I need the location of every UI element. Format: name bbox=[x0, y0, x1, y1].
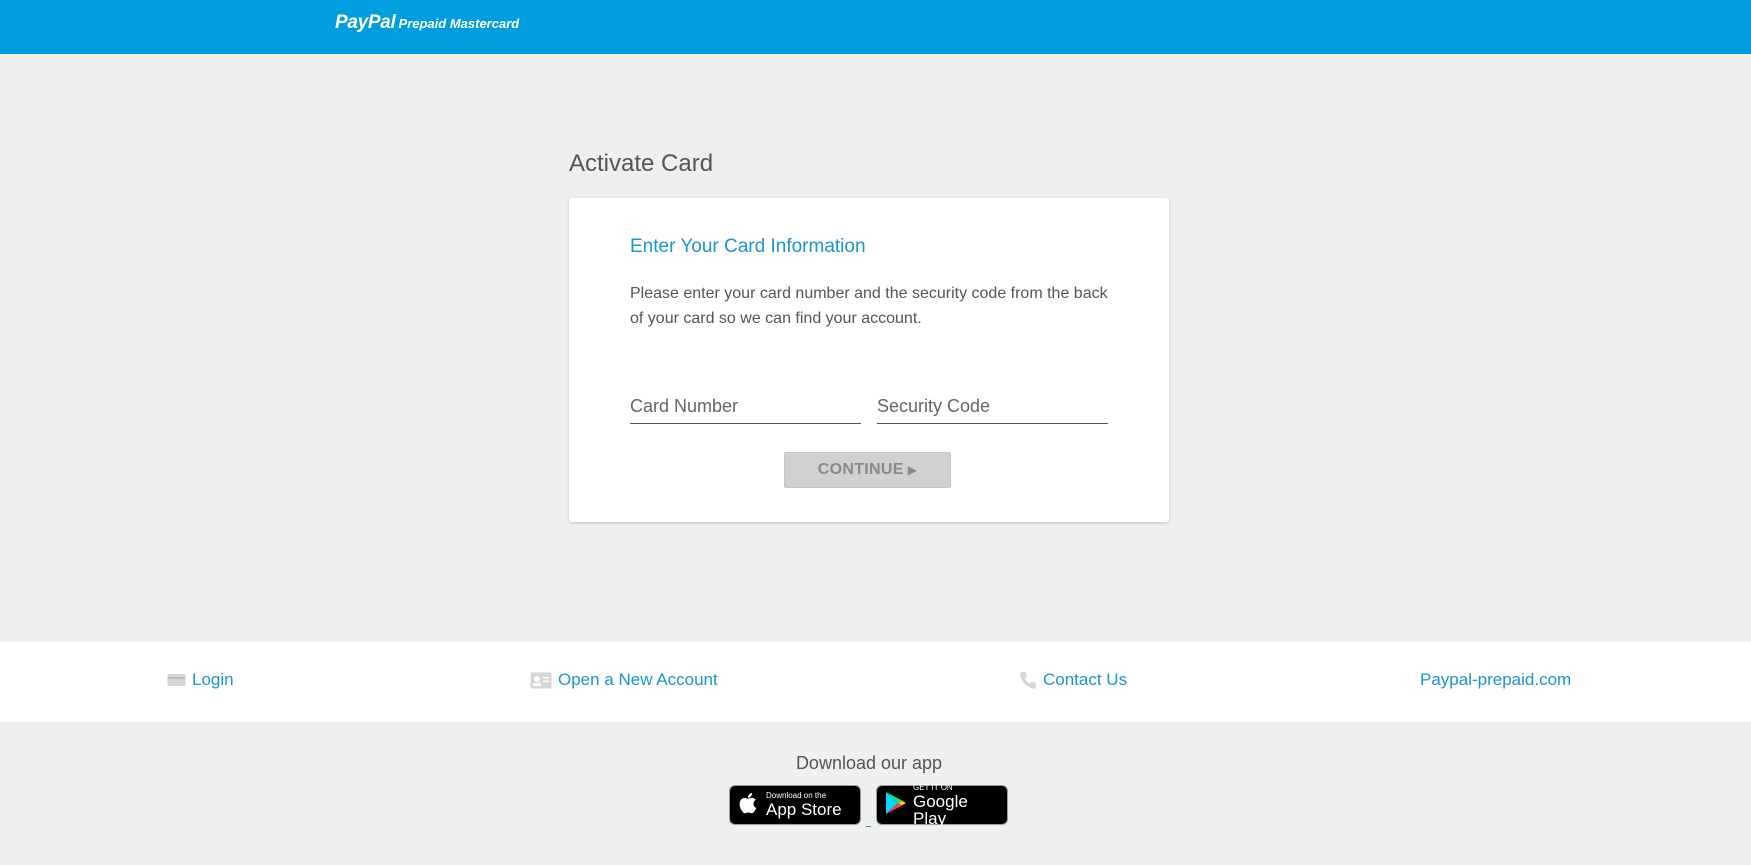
card-icon bbox=[167, 673, 186, 687]
app-store-badge[interactable]: Download on the App Store bbox=[729, 785, 861, 825]
google-play-icon bbox=[885, 791, 907, 820]
contact-us-link-label: Contact Us bbox=[1043, 670, 1128, 689]
download-app-label: Download our app bbox=[795, 753, 943, 773]
contact-us-link[interactable]: Contact Us bbox=[1019, 670, 1127, 690]
logo-brand: PayPal bbox=[335, 12, 396, 33]
paypal-prepaid-site-link[interactable]: Paypal-prepaid.com bbox=[1420, 670, 1571, 690]
activate-card-panel: Enter Your Card Information Please enter… bbox=[569, 198, 1169, 522]
open-account-link-label: Open a New Account bbox=[558, 670, 718, 689]
footer-links-bar: Login Open a New Account Contact Us Payp… bbox=[0, 642, 1751, 722]
id-card-icon bbox=[530, 672, 552, 689]
play-arrow-icon: ▶ bbox=[907, 463, 918, 477]
paypal-prepaid-logo[interactable]: PayPal Prepaid Mastercard bbox=[335, 12, 519, 34]
app-store-small-text: Download on the bbox=[766, 791, 827, 800]
card-number-input[interactable] bbox=[630, 390, 861, 424]
continue-button[interactable]: CONTINUE ▶ bbox=[784, 452, 951, 488]
security-code-input[interactable] bbox=[877, 390, 1108, 424]
continue-label: CONTINUE bbox=[817, 461, 904, 478]
card-heading: Enter Your Card Information bbox=[630, 236, 866, 257]
google-play-badge[interactable]: GET IT ON Google Play bbox=[876, 782, 1008, 828]
site-link-label: Paypal-prepaid.com bbox=[1420, 670, 1572, 689]
page-title: Activate Card bbox=[569, 150, 714, 177]
google-play-small-text: GET IT ON bbox=[913, 782, 953, 792]
logo-product: Prepaid Mastercard bbox=[398, 16, 520, 31]
login-link-label: Login bbox=[192, 670, 234, 689]
hidden-footer-link[interactable] bbox=[866, 826, 871, 827]
card-description: Please enter your card number and the se… bbox=[630, 285, 1108, 327]
open-new-account-link[interactable]: Open a New Account bbox=[530, 670, 718, 690]
login-link[interactable]: Login bbox=[167, 670, 234, 690]
top-header-bar: PayPal Prepaid Mastercard bbox=[0, 0, 1751, 54]
google-play-big-text: Google Play bbox=[913, 791, 968, 828]
apple-icon bbox=[738, 790, 760, 821]
phone-icon bbox=[1019, 671, 1037, 690]
app-store-big-text: App Store bbox=[766, 800, 842, 819]
